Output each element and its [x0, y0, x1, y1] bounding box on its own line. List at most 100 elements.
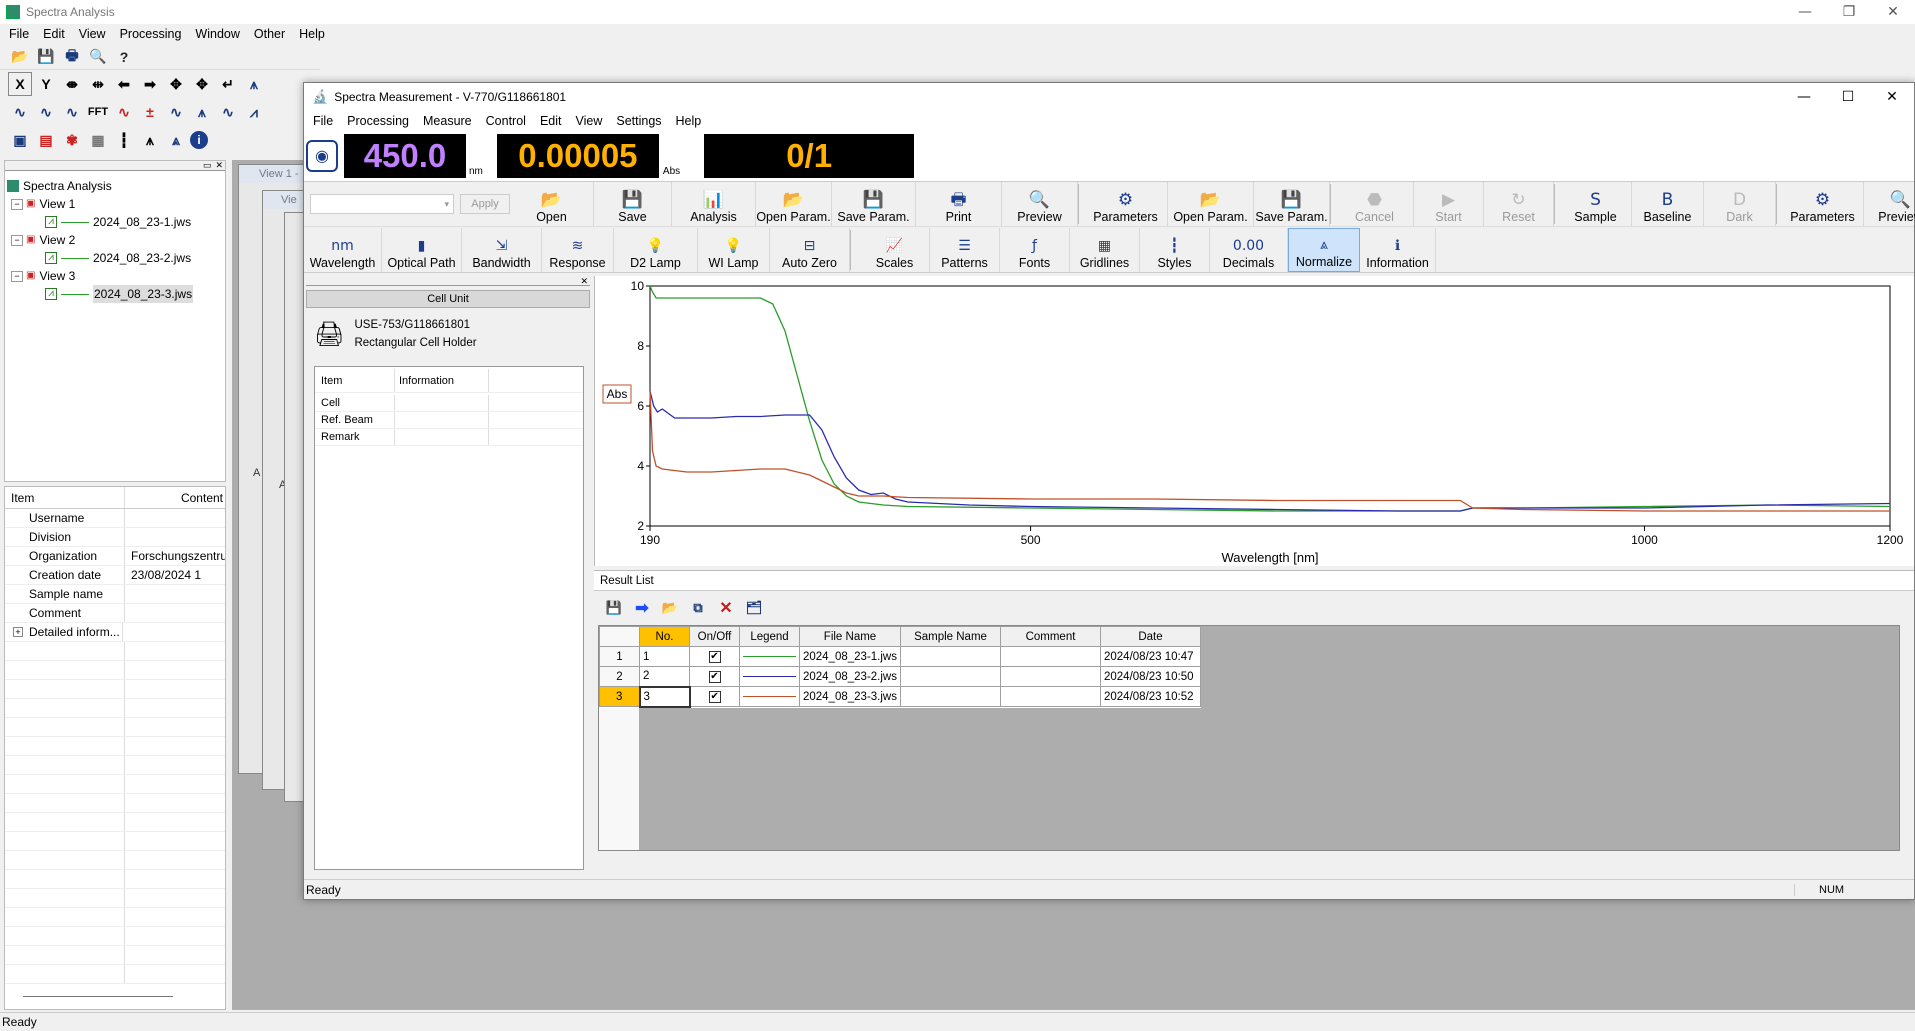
row-file-name[interactable]: 2024_08_23-3.jws — [799, 686, 901, 707]
gridlines-button[interactable]: ▦ Gridlines — [1070, 227, 1140, 272]
plus-icon[interactable]: + — [13, 627, 23, 637]
peak-find-icon[interactable]: ∿ — [112, 100, 136, 124]
baseline-button[interactable]: B Baseline — [1632, 182, 1704, 226]
column-header[interactable]: File Name — [799, 626, 901, 647]
close-icon[interactable]: ✕ — [1871, 4, 1915, 20]
minimize-icon[interactable]: — — [1783, 4, 1827, 20]
tree-view-2[interactable]: − ▣ View 2 — [7, 231, 223, 249]
row-date[interactable]: 2024/08/23 10:47 — [1100, 646, 1201, 667]
save-icon[interactable]: 💾 — [34, 45, 58, 69]
measure-menu-control[interactable]: Control — [479, 112, 533, 130]
measurement-minimize-icon[interactable]: — — [1782, 89, 1826, 105]
information-button[interactable]: ℹ Information — [1360, 227, 1436, 272]
tree-file-2[interactable]: ⩘ 2024_08_23-2.jws — [7, 249, 223, 267]
measure-menu-measure[interactable]: Measure — [416, 112, 479, 130]
measure-menu-file[interactable]: File — [306, 112, 340, 130]
row-comment[interactable] — [1000, 666, 1101, 687]
arrow-right-icon[interactable]: ➡ — [138, 72, 162, 96]
result-export-icon[interactable]: 🗂 — [742, 596, 766, 620]
menu-processing[interactable]: Processing — [113, 25, 189, 43]
parameters-button[interactable]: ⚙ Parameters — [1084, 182, 1168, 226]
panel-close-icon[interactable]: ✕ — [215, 160, 223, 171]
save-param-button[interactable]: 💾 Save Param. — [1254, 182, 1330, 226]
baseline-correct-icon[interactable]: ∿ — [164, 100, 188, 124]
response-button[interactable]: ≋ Response — [542, 227, 614, 272]
column-header[interactable]: Date — [1100, 626, 1201, 647]
tree-file-3[interactable]: ⩘ 2024_08_23-3.jws — [7, 285, 223, 303]
wi-lamp-button[interactable]: 💡 WI Lamp — [698, 227, 770, 272]
column-header[interactable]: Legend — [739, 626, 800, 647]
result-row[interactable]: 1 1 ✔ 2024_08_23-1.jws 2024/08/23 10:47 — [599, 646, 1201, 667]
measure-menu-view[interactable]: View — [568, 112, 609, 130]
print-button[interactable]: 🖶 Print — [916, 182, 1002, 226]
row-no[interactable]: 2 — [639, 666, 690, 687]
shrink-x-icon[interactable]: ⇹ — [86, 72, 110, 96]
restore-icon[interactable]: ❐ — [1827, 4, 1871, 20]
print-preview-icon[interactable]: 🔍 — [86, 45, 110, 69]
move-icon[interactable]: ✥ — [164, 72, 188, 96]
return-icon[interactable]: ↵ — [216, 72, 240, 96]
result-save-icon[interactable]: 💾 — [602, 596, 626, 620]
open-button[interactable]: 📂 Open — [510, 182, 594, 226]
color-icon[interactable]: ✾ — [60, 128, 84, 152]
signal-icon[interactable]: ⩚ — [138, 128, 162, 152]
analysis-button[interactable]: 📊 Analysis — [672, 182, 756, 226]
result-copy-icon[interactable]: ⧉ — [686, 596, 710, 620]
fonts-button[interactable]: ƒ Fonts — [1000, 227, 1070, 272]
peak-height-icon[interactable]: ⩚ — [190, 100, 214, 124]
fft-button[interactable]: FFT — [86, 100, 110, 124]
row-sample-name[interactable] — [900, 646, 1001, 667]
normalize-button[interactable]: ⩓ Normalize — [1288, 227, 1360, 272]
tree-view-1[interactable]: − ▣ View 1 — [7, 195, 223, 213]
move-all-icon[interactable]: ✥ — [190, 72, 214, 96]
spectrum-chart[interactable]: 2 4 6 8 10 190 500 1000 1200 Wavelength [nm] Abs — [595, 276, 1915, 566]
preview-button[interactable]: 🔍Preview — [1864, 182, 1915, 226]
tree-view-3[interactable]: − ▣ View 3 — [7, 267, 223, 285]
grid-icon[interactable]: ▦ — [86, 128, 110, 152]
scales-button[interactable]: 📈 Scales — [860, 227, 930, 272]
open-icon[interactable]: 📂 — [8, 45, 32, 69]
row-onoff[interactable]: ✔ — [689, 666, 740, 687]
result-list-tab[interactable]: Result List — [594, 571, 1914, 591]
column-header[interactable]: No. — [639, 626, 690, 647]
wavelength-button[interactable]: nm Wavelength — [304, 227, 382, 272]
menu-other[interactable]: Other — [247, 25, 292, 43]
row-onoff[interactable]: ✔ — [689, 646, 740, 667]
chart-icon[interactable]: ▣ — [8, 128, 32, 152]
auto-zero-button[interactable]: ⊟ Auto Zero — [770, 227, 850, 272]
expand-icon[interactable]: − — [11, 234, 23, 246]
area-icon[interactable]: ⩘ — [242, 100, 266, 124]
column-header[interactable]: Sample Name — [900, 626, 1001, 647]
column-header[interactable]: On/Off — [689, 626, 740, 647]
save-button[interactable]: 💾 Save — [594, 182, 672, 226]
measure-menu-edit[interactable]: Edit — [533, 112, 569, 130]
print-icon[interactable]: 🖶 — [60, 45, 84, 69]
optical-path-button[interactable]: ▮ Optical Path — [382, 227, 462, 272]
measurement-maximize-icon[interactable]: ☐ — [1826, 89, 1870, 105]
help-icon[interactable]: ? — [112, 45, 136, 69]
parameters-button[interactable]: ⚙ Parameters — [1782, 182, 1864, 226]
row-no[interactable]: 3 — [638, 685, 691, 708]
result-open-icon[interactable]: 📂 — [658, 596, 682, 620]
check-icon[interactable]: ✔ — [708, 671, 721, 683]
row-sample-name[interactable] — [900, 686, 1001, 707]
normalize-view-icon[interactable]: ⩓ — [164, 128, 188, 152]
expand-icon[interactable]: − — [11, 198, 23, 210]
result-row[interactable]: 3 3 ✔ 2024_08_23-3.jws 2024/08/23 10:52 — [599, 685, 1201, 708]
check-icon[interactable]: ✔ — [708, 691, 721, 703]
properties-scrollbar[interactable] — [23, 996, 173, 997]
cancel-button[interactable]: ⬣ Cancel — [1336, 182, 1414, 226]
row-date[interactable]: 2024/08/23 10:50 — [1100, 666, 1201, 687]
row-no[interactable]: 1 — [639, 646, 690, 667]
expand-x-icon[interactable]: ⇼ — [60, 72, 84, 96]
expand-icon[interactable]: − — [11, 270, 23, 282]
result-send-icon[interactable]: ➡ — [630, 596, 654, 620]
curve-fit-icon[interactable]: ∿ — [216, 100, 240, 124]
row-date[interactable]: 2024/08/23 10:52 — [1100, 686, 1201, 707]
smooth-icon[interactable]: ∿ — [34, 100, 58, 124]
dark-button[interactable]: D Dark — [1704, 182, 1776, 226]
row-index[interactable]: 3 — [599, 686, 640, 707]
menu-help[interactable]: Help — [292, 25, 332, 43]
open-param-button[interactable]: 📂 Open Param. — [756, 182, 832, 226]
menu-edit[interactable]: Edit — [36, 25, 72, 43]
